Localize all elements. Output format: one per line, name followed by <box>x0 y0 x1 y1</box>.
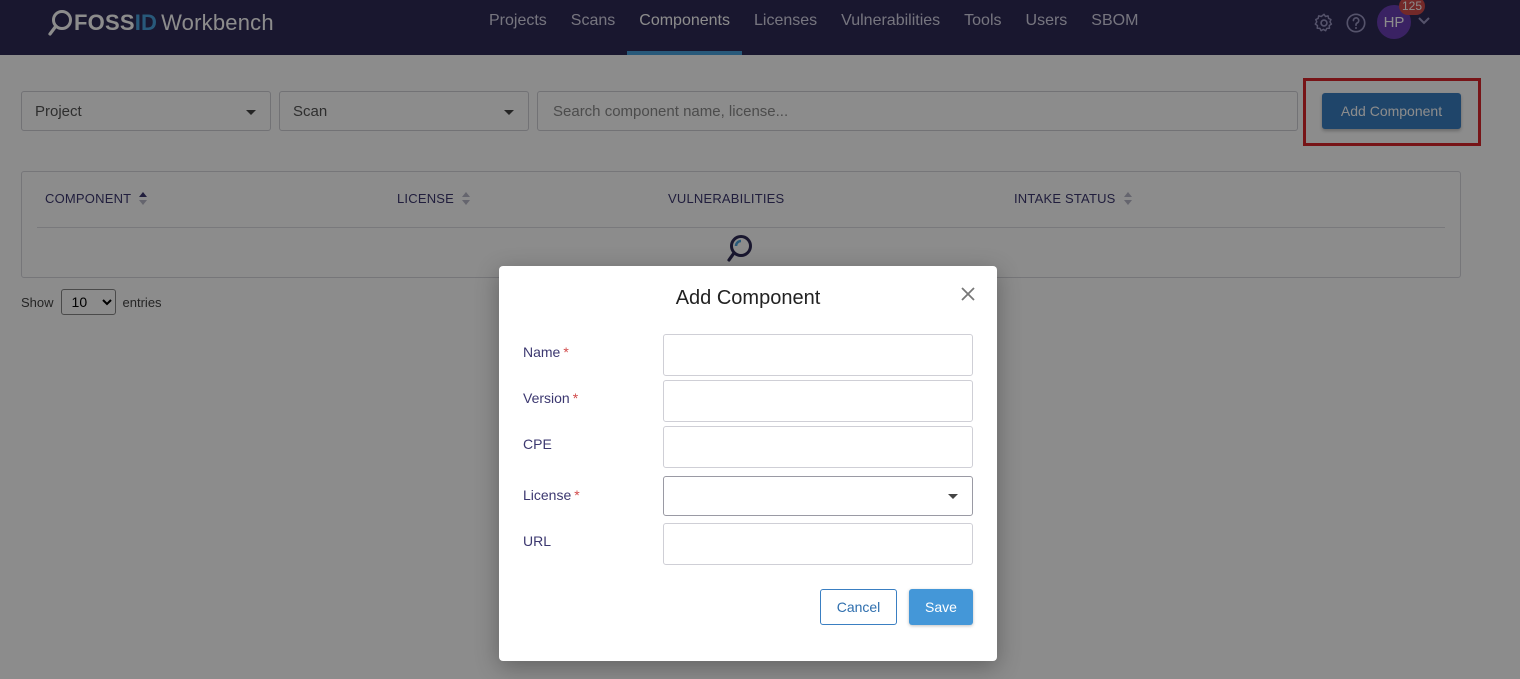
name-label: Name * <box>523 344 569 360</box>
name-field[interactable] <box>663 334 973 376</box>
caret-down-icon <box>948 494 958 499</box>
version-label: Version * <box>523 390 579 406</box>
license-select[interactable] <box>663 476 973 516</box>
url-label: URL <box>523 533 552 549</box>
add-component-dialog: Add Component Name * Version * CPE License… <box>499 266 997 661</box>
url-field[interactable] <box>663 523 973 565</box>
cancel-button[interactable]: Cancel <box>820 589 897 625</box>
required-marker: * <box>574 487 580 503</box>
dialog-title: Add Component <box>675 287 821 309</box>
cpe-label: CPE <box>523 436 552 452</box>
close-icon[interactable] <box>960 286 976 302</box>
save-button[interactable]: Save <box>909 589 973 625</box>
cpe-field[interactable] <box>663 426 973 468</box>
license-label: License * <box>523 487 580 503</box>
required-marker: * <box>572 390 579 406</box>
version-field[interactable] <box>663 380 973 422</box>
required-marker: * <box>563 344 569 360</box>
